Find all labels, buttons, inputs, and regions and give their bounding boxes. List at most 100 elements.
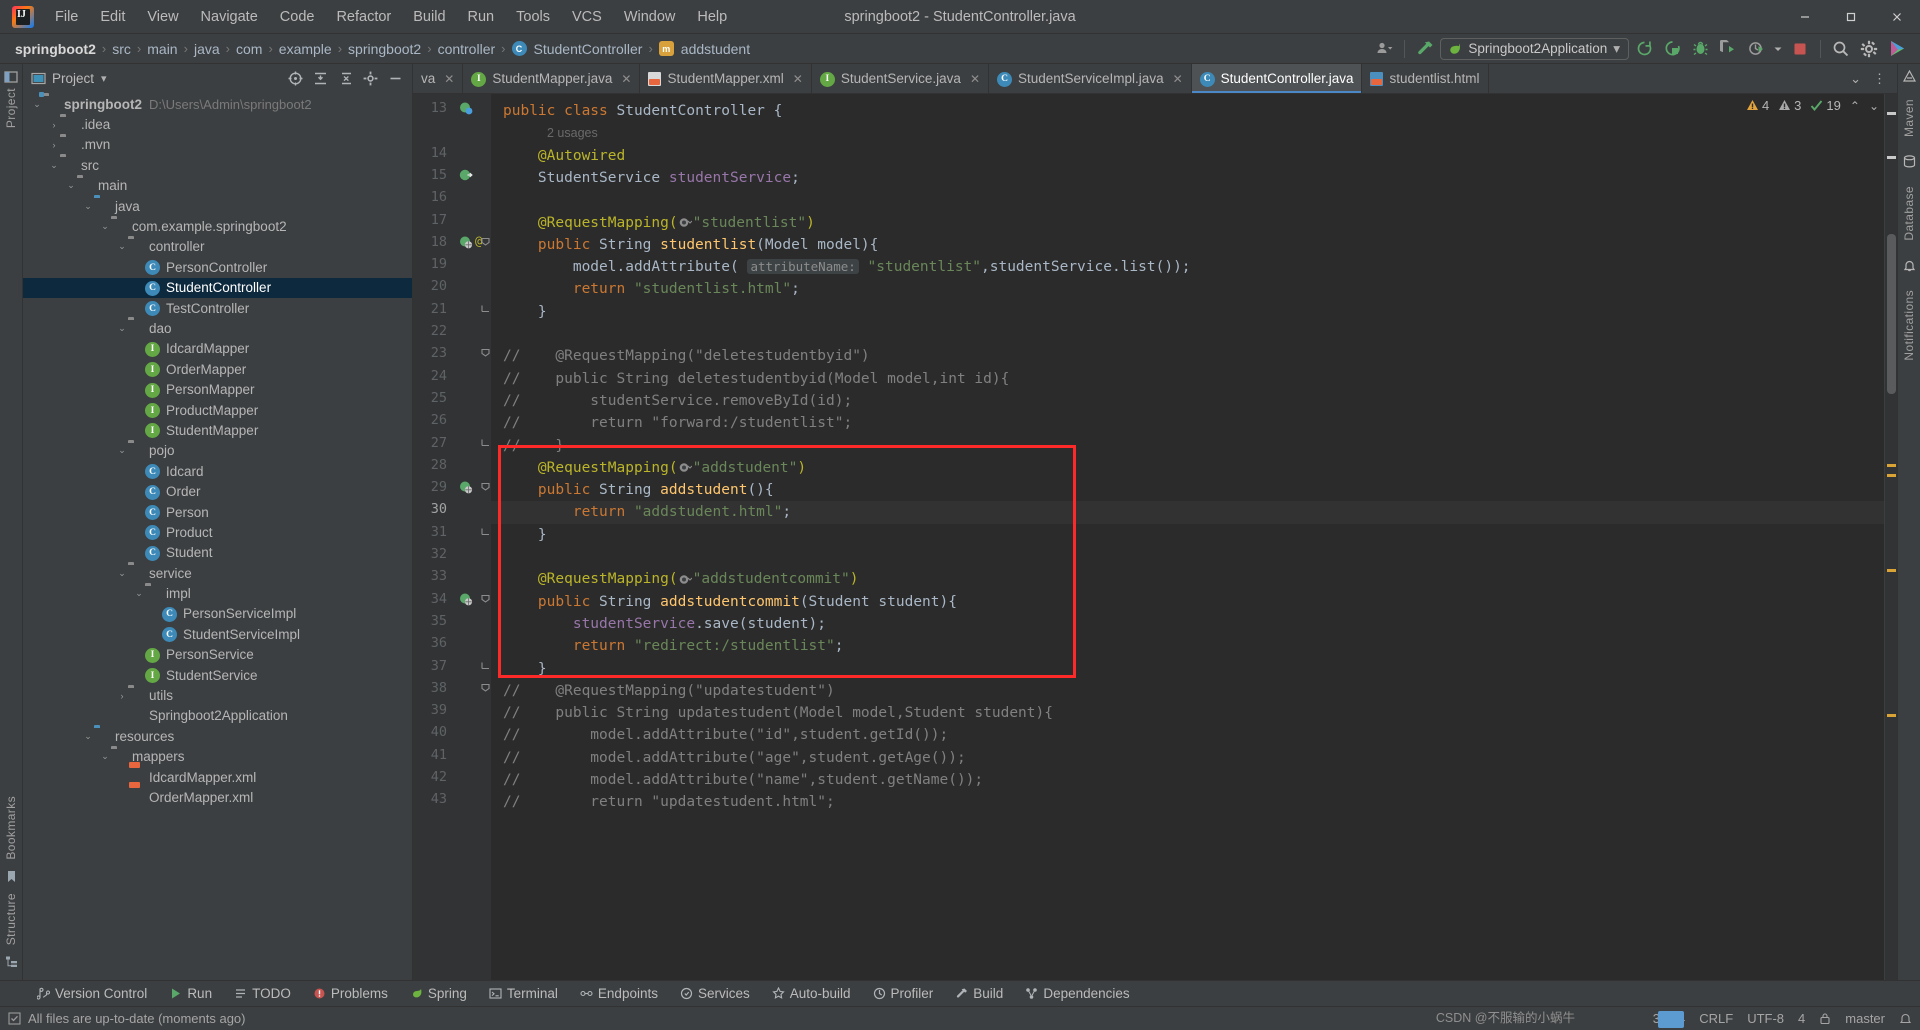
right-rail-label-database[interactable]: Database [1902, 186, 1916, 241]
tree-item-impl[interactable]: ⌄ impl [23, 583, 412, 603]
tool-window-services[interactable]: Services [669, 981, 761, 1006]
tool-window-terminal[interactable]: Terminal [478, 981, 569, 1006]
minimize-button[interactable] [1782, 0, 1828, 34]
menu-item-view[interactable]: View [136, 6, 189, 28]
breadcrumb-item-springboot2[interactable]: springboot2 [345, 41, 424, 57]
tree-item-productmapper[interactable]: I ProductMapper [23, 400, 412, 420]
tool-window-endpoints[interactable]: Endpoints [569, 981, 669, 1006]
tree-expand-arrow[interactable]: ⌄ [116, 241, 128, 252]
settings-icon[interactable] [359, 68, 381, 88]
tree-item--mvn[interactable]: › .mvn [23, 135, 412, 155]
tree-item-main[interactable]: ⌄ main [23, 176, 412, 196]
tree-item-personcontroller[interactable]: C PersonController [23, 257, 412, 277]
tool-window-dependencies[interactable]: Dependencies [1014, 981, 1140, 1006]
tree-expand-arrow[interactable]: ⌄ [116, 568, 128, 579]
breadcrumb-item-controller[interactable]: controller [435, 41, 499, 57]
tree-item-ordermapper-xml[interactable]: OrderMapper.xml [23, 787, 412, 807]
mapping-gutter-icon[interactable] [459, 592, 473, 606]
code-fold-marker[interactable] [481, 683, 490, 692]
left-rail-label-project[interactable]: Project [4, 88, 18, 128]
maven-icon[interactable] [1902, 70, 1916, 83]
tree-expand-arrow[interactable]: › [48, 140, 60, 150]
menu-item-code[interactable]: Code [269, 6, 326, 28]
left-rail-label-structure[interactable]: Structure [4, 893, 18, 945]
tray-widget[interactable] [1658, 1011, 1684, 1028]
settings-gear-icon[interactable] [1856, 37, 1882, 61]
tree-item-dao[interactable]: ⌄ dao [23, 318, 412, 338]
tree-item-order[interactable]: C Order [23, 481, 412, 501]
tool-window-auto-build[interactable]: Auto-build [761, 981, 862, 1006]
editor-tab-studentcontroller-java[interactable]: C StudentController.java [1191, 64, 1363, 93]
tree-item-mappers[interactable]: ⌄ mappers [23, 747, 412, 767]
project-tool-icon[interactable] [4, 70, 18, 84]
tool-window-run[interactable]: Run [158, 981, 223, 1006]
breadcrumb-item-main[interactable]: main [144, 41, 180, 57]
run-icon[interactable] [1659, 37, 1685, 61]
tree-item-controller[interactable]: ⌄ controller [23, 237, 412, 257]
tool-window-profiler[interactable]: Profiler [862, 981, 945, 1006]
bean-gutter-icon[interactable] [459, 168, 473, 182]
right-rail-label-notifications[interactable]: Notifications [1902, 290, 1916, 361]
tool-window-spring[interactable]: Spring [399, 981, 478, 1006]
menu-item-help[interactable]: Help [686, 6, 738, 28]
debug-icon[interactable] [1687, 37, 1713, 61]
tree-expand-arrow[interactable]: ⌄ [99, 751, 111, 762]
code-fold-marker[interactable] [481, 594, 490, 603]
editor-tab-studentmapper-xml[interactable]: StudentMapper.xml ✕ [640, 64, 812, 93]
menu-item-refactor[interactable]: Refactor [325, 6, 402, 28]
tree-expand-arrow[interactable]: ⌄ [82, 201, 94, 212]
lock-icon[interactable] [1819, 1012, 1831, 1025]
tree-item-com-example-springboot2[interactable]: ⌄ com.example.springboot2 [23, 216, 412, 236]
breadcrumb-item-springboot2[interactable]: springboot2 [12, 41, 99, 57]
code-fold-marker[interactable] [481, 527, 490, 536]
class-gutter-icon[interactable] [459, 101, 473, 115]
usages-inlay[interactable]: 2 usages [547, 126, 598, 140]
left-rail-label-bookmarks[interactable]: Bookmarks [4, 796, 18, 860]
tree-item-java[interactable]: ⌄ java [23, 196, 412, 216]
line-separator[interactable]: CRLF [1699, 1011, 1733, 1026]
tab-close-icon[interactable]: ✕ [1173, 72, 1183, 86]
file-encoding[interactable]: UTF-8 [1747, 1011, 1784, 1026]
url-inlay-icon[interactable] [679, 216, 692, 229]
tree-expand-arrow[interactable]: ⌄ [99, 221, 111, 232]
tree-item-studentservice[interactable]: I StudentService [23, 665, 412, 685]
tree-item-personmapper[interactable]: I PersonMapper [23, 379, 412, 399]
chevron-down-icon[interactable]: ▾ [1613, 41, 1620, 57]
editor-tab-studentservice-java[interactable]: I StudentService.java ✕ [812, 64, 989, 93]
tree-expand-arrow[interactable]: ⌄ [116, 445, 128, 456]
settings-sync-icon[interactable] [1371, 37, 1397, 61]
tree-item-idcardmapper-xml[interactable]: IdcardMapper.xml [23, 767, 412, 787]
profiler-icon[interactable] [1743, 37, 1769, 61]
editor-tab-studentserviceimpl-java[interactable]: C StudentServiceImpl.java ✕ [989, 64, 1192, 93]
tree-item-personserviceimpl[interactable]: C PersonServiceImpl [23, 604, 412, 624]
structure-icon[interactable] [5, 955, 18, 968]
menu-item-tools[interactable]: Tools [505, 6, 561, 28]
notification-tray-icon-widget[interactable] [1658, 1011, 1684, 1028]
tree-expand-arrow[interactable]: ⌄ [65, 180, 77, 191]
tree-item-springboot2application[interactable]: Springboot2Application [23, 706, 412, 726]
code-editor[interactable]: 13 14 15 16 17 18 @19 20 21 22 23 24 25 26 27 28 29 30 31 3… [413, 94, 1897, 980]
project-tree[interactable]: ⌄ springboot2 D:\Users\Admin\springboot2 ›.… [23, 92, 412, 980]
breadcrumb-item-java[interactable]: java [191, 41, 223, 57]
code-fold-marker[interactable] [481, 348, 490, 357]
expand-all-icon[interactable] [309, 68, 331, 88]
notifications-icon[interactable] [1903, 259, 1916, 272]
tree-expand-arrow[interactable]: › [116, 691, 128, 701]
code-fold-marker[interactable] [481, 482, 490, 491]
tool-window-build[interactable]: Build [944, 981, 1014, 1006]
menu-item-run[interactable]: Run [457, 6, 506, 28]
tree-item-ordermapper[interactable]: I OrderMapper [23, 359, 412, 379]
tree-item-idcard[interactable]: C Idcard [23, 461, 412, 481]
profiler-dropdown-icon[interactable] [1771, 37, 1785, 61]
maximize-button[interactable] [1828, 0, 1874, 34]
breadcrumb-item-studentcontroller[interactable]: StudentController [531, 41, 646, 57]
tree-expand-arrow[interactable]: ⌄ [31, 99, 43, 110]
tab-more-icon[interactable]: ⋮ [1868, 71, 1891, 87]
url-inlay-icon[interactable] [679, 573, 692, 586]
code-fold-marker[interactable] [481, 237, 490, 246]
search-everywhere-icon[interactable] [1828, 37, 1854, 61]
code-fold-marker[interactable] [481, 304, 490, 313]
editor-tab-studentlist-html[interactable]: studentlist.html [1362, 64, 1489, 93]
inspection-widget[interactable]: 4 3 19 ⌃ ⌄ [1746, 98, 1879, 113]
mapping-gutter-icon[interactable] [459, 480, 473, 494]
